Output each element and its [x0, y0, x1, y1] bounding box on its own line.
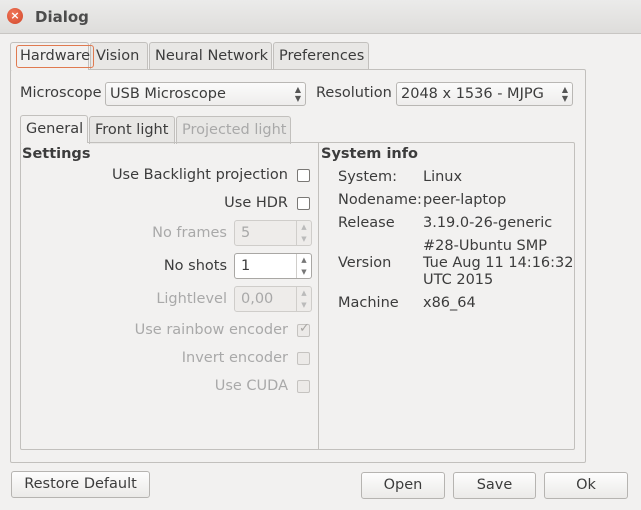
rainbow-encoder-checkbox: ✓ [297, 321, 310, 337]
resolution-select[interactable]: 2048 x 1536 - MJPG ▲ ▼ [396, 82, 573, 106]
window-title: Dialog [35, 8, 89, 26]
version-line-1: #28-Ubuntu SMP [423, 238, 547, 254]
column-divider [318, 143, 319, 449]
invert-encoder-label: Invert encoder [181, 350, 288, 366]
system-info-heading: System info [321, 146, 419, 162]
no-frames-spinbox: 5 ▲ ▼ [234, 220, 312, 246]
lightlevel-label: Lightlevel [156, 291, 227, 307]
no-frames-value: 5 [241, 225, 251, 241]
restore-default-button[interactable]: Restore Default [11, 471, 150, 498]
no-shots-label: No shots [163, 258, 227, 274]
tab-label: Neural Network [155, 48, 268, 64]
spin-arrows-icon: ▲ ▼ [296, 221, 311, 245]
spin-arrows-icon[interactable]: ▲ ▼ [296, 254, 311, 278]
tab-label: Preferences [279, 48, 365, 64]
use-cuda-checkbox [297, 380, 310, 393]
tab-label: Projected light [182, 122, 287, 138]
invert-encoder-checkbox [297, 352, 310, 365]
microscope-label: Microscope [20, 85, 102, 101]
version-label: Version [338, 255, 392, 271]
resolution-value: 2048 x 1536 - MJPG [401, 86, 544, 102]
save-button[interactable]: Save [453, 472, 536, 499]
version-line-2: Tue Aug 11 14:16:32 [423, 255, 574, 271]
tab-hardware[interactable]: Hardware [10, 42, 95, 70]
close-icon[interactable]: × [7, 8, 23, 24]
lightlevel-spinbox: 0,00 ▲ ▼ [234, 286, 312, 312]
release-label: Release [338, 215, 395, 231]
use-hdr-checkbox[interactable] [297, 197, 310, 210]
system-label: System: [338, 169, 397, 185]
tab-vision[interactable]: Vision [90, 42, 148, 70]
machine-value: x86_64 [423, 295, 476, 311]
release-value: 3.19.0-26-generic [423, 215, 553, 231]
tab-front-light[interactable]: Front light [89, 116, 175, 144]
tab-neural-network[interactable]: Neural Network [149, 42, 272, 70]
use-backlight-label: Use Backlight projection [111, 167, 288, 183]
no-frames-label: No frames [152, 225, 227, 241]
tab-general[interactable]: General [20, 115, 88, 143]
no-shots-spinbox[interactable]: 1 ▲ ▼ [234, 253, 312, 279]
rainbow-encoder-label: Use rainbow encoder [134, 322, 288, 338]
microscope-value: USB Microscope [110, 86, 226, 102]
tab-label: Hardware [16, 45, 95, 68]
use-backlight-checkbox[interactable] [297, 169, 310, 182]
lightlevel-value: 0,00 [241, 291, 274, 307]
nodename-label: Nodename: [338, 192, 422, 208]
settings-heading: Settings [22, 146, 91, 162]
tab-projected-light: Projected light [176, 116, 291, 144]
ok-button[interactable]: Ok [544, 472, 628, 499]
version-line-3: UTC 2015 [423, 272, 494, 288]
use-hdr-label: Use HDR [224, 195, 288, 211]
tab-label: Front light [95, 122, 169, 138]
resolution-label: Resolution [316, 85, 392, 101]
check-mark-icon: ✓ [299, 321, 310, 336]
no-shots-value: 1 [241, 258, 251, 274]
use-cuda-label: Use CUDA [214, 378, 288, 394]
machine-label: Machine [338, 295, 399, 311]
microscope-select[interactable]: USB Microscope ▲ ▼ [105, 82, 306, 106]
tab-label: General [26, 121, 84, 137]
open-button[interactable]: Open [361, 472, 445, 499]
spin-arrows-icon: ▲ ▼ [296, 287, 311, 311]
tab-label: Vision [96, 48, 140, 64]
tab-preferences[interactable]: Preferences [273, 42, 369, 70]
combo-arrows-icon: ▲ ▼ [561, 85, 568, 103]
combo-arrows-icon: ▲ ▼ [294, 85, 301, 103]
system-value: Linux [423, 169, 463, 185]
nodename-value: peer-laptop [423, 192, 507, 208]
title-bar: × Dialog [0, 0, 641, 34]
